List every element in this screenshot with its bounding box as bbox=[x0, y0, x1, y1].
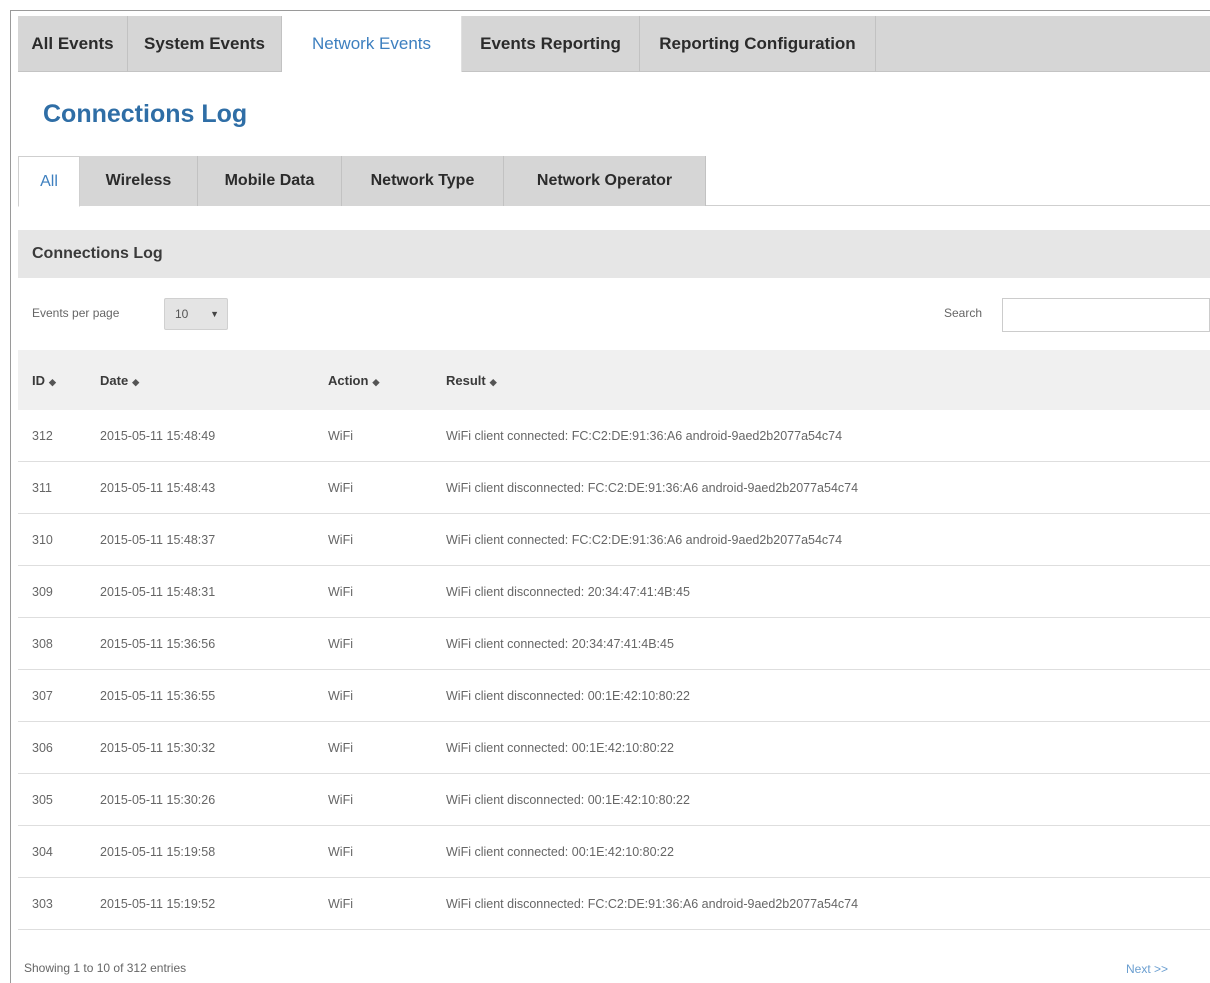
tab-all-events[interactable]: All Events bbox=[18, 16, 128, 72]
subtab-all[interactable]: All bbox=[18, 156, 80, 207]
table-row: 312 2015-05-11 15:48:49 WiFi WiFi client… bbox=[18, 410, 1210, 462]
cell-action: WiFi bbox=[328, 792, 353, 807]
table-row: 306 2015-05-11 15:30:32 WiFi WiFi client… bbox=[18, 722, 1210, 774]
subtab-mobile-data[interactable]: Mobile Data bbox=[198, 156, 342, 206]
cell-action: WiFi bbox=[328, 584, 353, 599]
next-page-link[interactable]: Next >> bbox=[1126, 962, 1168, 976]
cell-result: WiFi client connected: 00:1E:42:10:80:22 bbox=[446, 844, 674, 859]
table-controls: Events per page 10 ▼ Search bbox=[18, 292, 1210, 336]
sub-tab-bar: All Wireless Mobile Data Network Type Ne… bbox=[18, 156, 1210, 207]
tab-network-events[interactable]: Network Events bbox=[282, 16, 462, 72]
cell-action: WiFi bbox=[328, 532, 353, 547]
search-label: Search bbox=[944, 306, 983, 320]
cell-id: 311 bbox=[32, 480, 52, 495]
table-row: 303 2015-05-11 15:19:52 WiFi WiFi client… bbox=[18, 878, 1210, 930]
cell-date: 2015-05-11 15:19:58 bbox=[100, 844, 216, 859]
sort-icon: ◆ bbox=[49, 376, 56, 387]
caret-down-icon: ▼ bbox=[210, 309, 219, 319]
table-row: 304 2015-05-11 15:19:58 WiFi WiFi client… bbox=[18, 826, 1210, 878]
cell-result: WiFi client connected: FC:C2:DE:91:36:A6… bbox=[446, 428, 843, 443]
cell-action: WiFi bbox=[328, 844, 353, 859]
table-row: 311 2015-05-11 15:48:43 WiFi WiFi client… bbox=[18, 462, 1210, 514]
tab-reporting-configuration[interactable]: Reporting Configuration bbox=[640, 16, 876, 72]
page-title: Connections Log bbox=[43, 100, 248, 128]
search-input[interactable] bbox=[1002, 298, 1210, 332]
subtab-network-operator[interactable]: Network Operator bbox=[504, 156, 706, 206]
connections-table: ID ◆ Date ◆ Action ◆ Result ◆ 312 2015-05-11… bbox=[18, 350, 1210, 930]
cell-result: WiFi client disconnected: 00:1E:42:10:80… bbox=[446, 688, 690, 703]
sort-icon: ◆ bbox=[372, 376, 380, 387]
table-row: 308 2015-05-11 15:36:56 WiFi WiFi client… bbox=[18, 618, 1210, 670]
cell-id: 312 bbox=[32, 428, 53, 443]
column-header-id[interactable]: ID ◆ bbox=[18, 373, 100, 388]
cell-date: 2015-05-11 15:30:26 bbox=[100, 792, 216, 807]
subtab-network-type[interactable]: Network Type bbox=[342, 156, 504, 206]
cell-id: 309 bbox=[32, 584, 53, 599]
cell-result: WiFi client disconnected: FC:C2:DE:91:36… bbox=[446, 480, 859, 495]
cell-id: 303 bbox=[32, 896, 53, 911]
cell-result: WiFi client disconnected: 20:34:47:41:4B… bbox=[446, 584, 690, 599]
cell-action: WiFi bbox=[328, 688, 353, 703]
sort-icon: ◆ bbox=[489, 376, 497, 387]
cell-date: 2015-05-11 15:36:55 bbox=[100, 688, 216, 703]
events-per-page-label: Events per page bbox=[32, 306, 120, 320]
events-per-page-select[interactable]: 10 ▼ bbox=[164, 298, 228, 330]
table-row: 309 2015-05-11 15:48:31 WiFi WiFi client… bbox=[18, 566, 1210, 618]
cell-result: WiFi client connected: 00:1E:42:10:80:22 bbox=[446, 740, 674, 755]
tab-events-reporting[interactable]: Events Reporting bbox=[462, 16, 640, 72]
section-header: Connections Log bbox=[18, 230, 1210, 278]
table-row: 310 2015-05-11 15:48:37 WiFi WiFi client… bbox=[18, 514, 1210, 566]
cell-result: WiFi client connected: 20:34:47:41:4B:45 bbox=[446, 636, 674, 651]
cell-result: WiFi client connected: FC:C2:DE:91:36:A6… bbox=[446, 532, 843, 547]
cell-date: 2015-05-11 15:48:31 bbox=[100, 584, 216, 599]
cell-action: WiFi bbox=[328, 480, 353, 495]
events-per-page-value: 10 bbox=[175, 307, 189, 321]
cell-date: 2015-05-11 15:48:43 bbox=[100, 480, 216, 495]
cell-id: 305 bbox=[32, 792, 53, 807]
cell-date: 2015-05-11 15:19:52 bbox=[100, 896, 216, 911]
cell-id: 310 bbox=[32, 532, 53, 547]
table-row: 307 2015-05-11 15:36:55 WiFi WiFi client… bbox=[18, 670, 1210, 722]
entries-info: Showing 1 to 10 of 312 entries bbox=[24, 961, 187, 975]
cell-id: 307 bbox=[32, 688, 53, 703]
cell-date: 2015-05-11 15:36:56 bbox=[100, 636, 216, 651]
cell-date: 2015-05-11 15:48:49 bbox=[100, 428, 216, 443]
column-header-date[interactable]: Date ◆ bbox=[100, 373, 328, 388]
cell-id: 308 bbox=[32, 636, 53, 651]
top-tab-bar: All Events System Events Network Events … bbox=[18, 16, 1210, 72]
cell-date: 2015-05-11 15:48:37 bbox=[100, 532, 216, 547]
sort-icon: ◆ bbox=[132, 376, 140, 387]
table-header: ID ◆ Date ◆ Action ◆ Result ◆ bbox=[18, 350, 1210, 410]
tab-system-events[interactable]: System Events bbox=[128, 16, 282, 72]
table-row: 305 2015-05-11 15:30:26 WiFi WiFi client… bbox=[18, 774, 1210, 826]
cell-action: WiFi bbox=[328, 428, 353, 443]
cell-action: WiFi bbox=[328, 896, 353, 911]
cell-id: 304 bbox=[32, 844, 53, 859]
column-header-action[interactable]: Action ◆ bbox=[328, 373, 446, 388]
column-header-result[interactable]: Result ◆ bbox=[446, 373, 1210, 388]
cell-date: 2015-05-11 15:30:32 bbox=[100, 740, 216, 755]
cell-action: WiFi bbox=[328, 740, 353, 755]
cell-action: WiFi bbox=[328, 636, 353, 651]
subtab-wireless[interactable]: Wireless bbox=[80, 156, 198, 206]
cell-result: WiFi client disconnected: 00:1E:42:10:80… bbox=[446, 792, 690, 807]
cell-result: WiFi client disconnected: FC:C2:DE:91:36… bbox=[446, 896, 859, 911]
cell-id: 306 bbox=[32, 740, 53, 755]
